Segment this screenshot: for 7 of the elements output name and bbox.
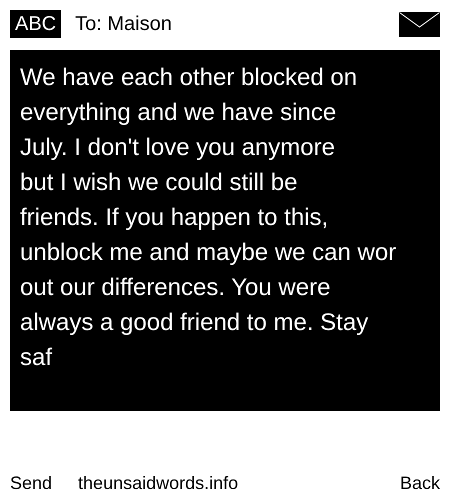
recipient-label: To: Maison (75, 12, 172, 37)
website-label: theunsaidwords.info (78, 472, 238, 495)
back-button[interactable]: Back (400, 471, 440, 495)
message-text: We have each other blocked on everything and we have since July. I don't love you anymore but I wish we could still be friends. If you happen to this, unblock me and maybe we can wor out our differences. You were always a good friend to me. Stay saf (20, 63, 398, 373)
send-button[interactable]: Send (10, 471, 52, 495)
input-mode-badge: ABC (10, 10, 62, 38)
envelope-icon (399, 12, 440, 36)
